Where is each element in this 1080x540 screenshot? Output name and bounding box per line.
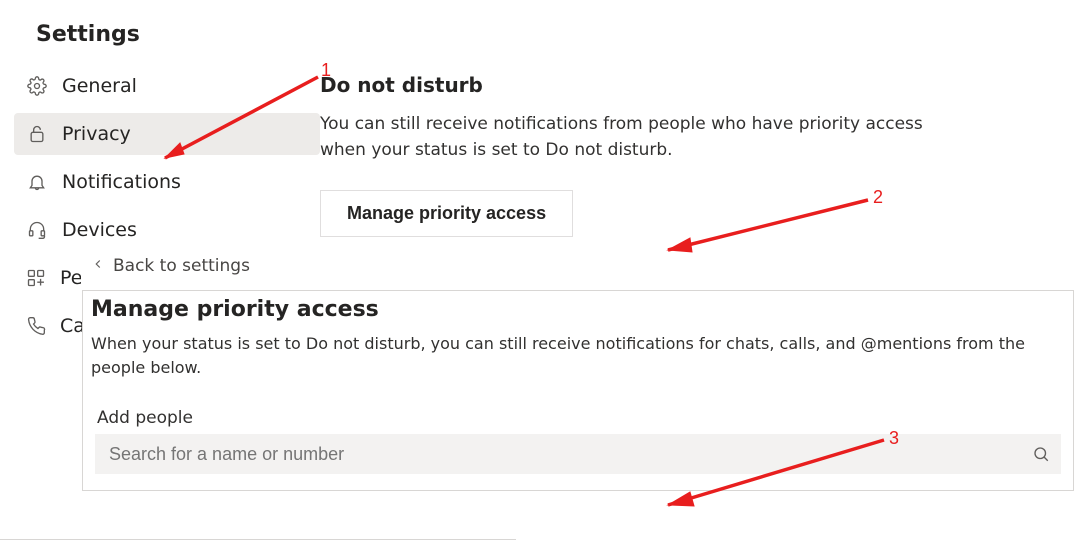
panel-description: When your status is set to Do not distur… xyxy=(89,332,1067,408)
sidebar-item-label: Pe xyxy=(60,267,82,289)
manage-priority-access-button[interactable]: Manage priority access xyxy=(320,190,573,237)
sidebar-item-calls[interactable]: Ca xyxy=(14,305,84,347)
sidebar-item-general[interactable]: General xyxy=(14,65,320,107)
sidebar-item-notifications[interactable]: Notifications xyxy=(14,161,320,203)
sidebar-item-label: Notifications xyxy=(62,171,181,193)
bell-icon xyxy=(26,171,48,193)
phone-icon xyxy=(26,315,46,337)
sidebar-item-label: General xyxy=(62,75,137,97)
sidebar-item-permissions[interactable]: Pe xyxy=(14,257,84,299)
annotation-1: 1 xyxy=(321,60,331,81)
sidebar-item-label: Devices xyxy=(62,219,137,241)
search-input[interactable] xyxy=(95,444,1021,465)
apps-icon xyxy=(26,267,46,289)
sidebar-item-privacy[interactable]: Privacy xyxy=(14,113,320,155)
lock-icon xyxy=(26,123,48,145)
annotation-2: 2 xyxy=(873,187,883,208)
annotation-3: 3 xyxy=(889,428,899,449)
section-heading: Do not disturb xyxy=(320,73,1020,97)
priority-access-panel: Back to settings Manage priority access … xyxy=(82,290,1074,491)
gear-icon xyxy=(26,75,48,97)
page-title: Settings xyxy=(0,0,1080,65)
search-box[interactable] xyxy=(95,434,1061,474)
sidebar-item-label: Ca xyxy=(60,315,84,337)
headset-icon xyxy=(26,219,48,241)
sidebar-item-label: Privacy xyxy=(62,123,131,145)
panel-title: Manage priority access xyxy=(89,291,1067,332)
back-to-settings-link[interactable]: Back to settings xyxy=(81,244,321,288)
back-label: Back to settings xyxy=(113,256,250,276)
chevron-left-icon xyxy=(91,256,105,276)
section-description: You can still receive notifications from… xyxy=(320,111,930,164)
search-icon xyxy=(1021,445,1061,463)
add-people-label: Add people xyxy=(89,408,1067,434)
